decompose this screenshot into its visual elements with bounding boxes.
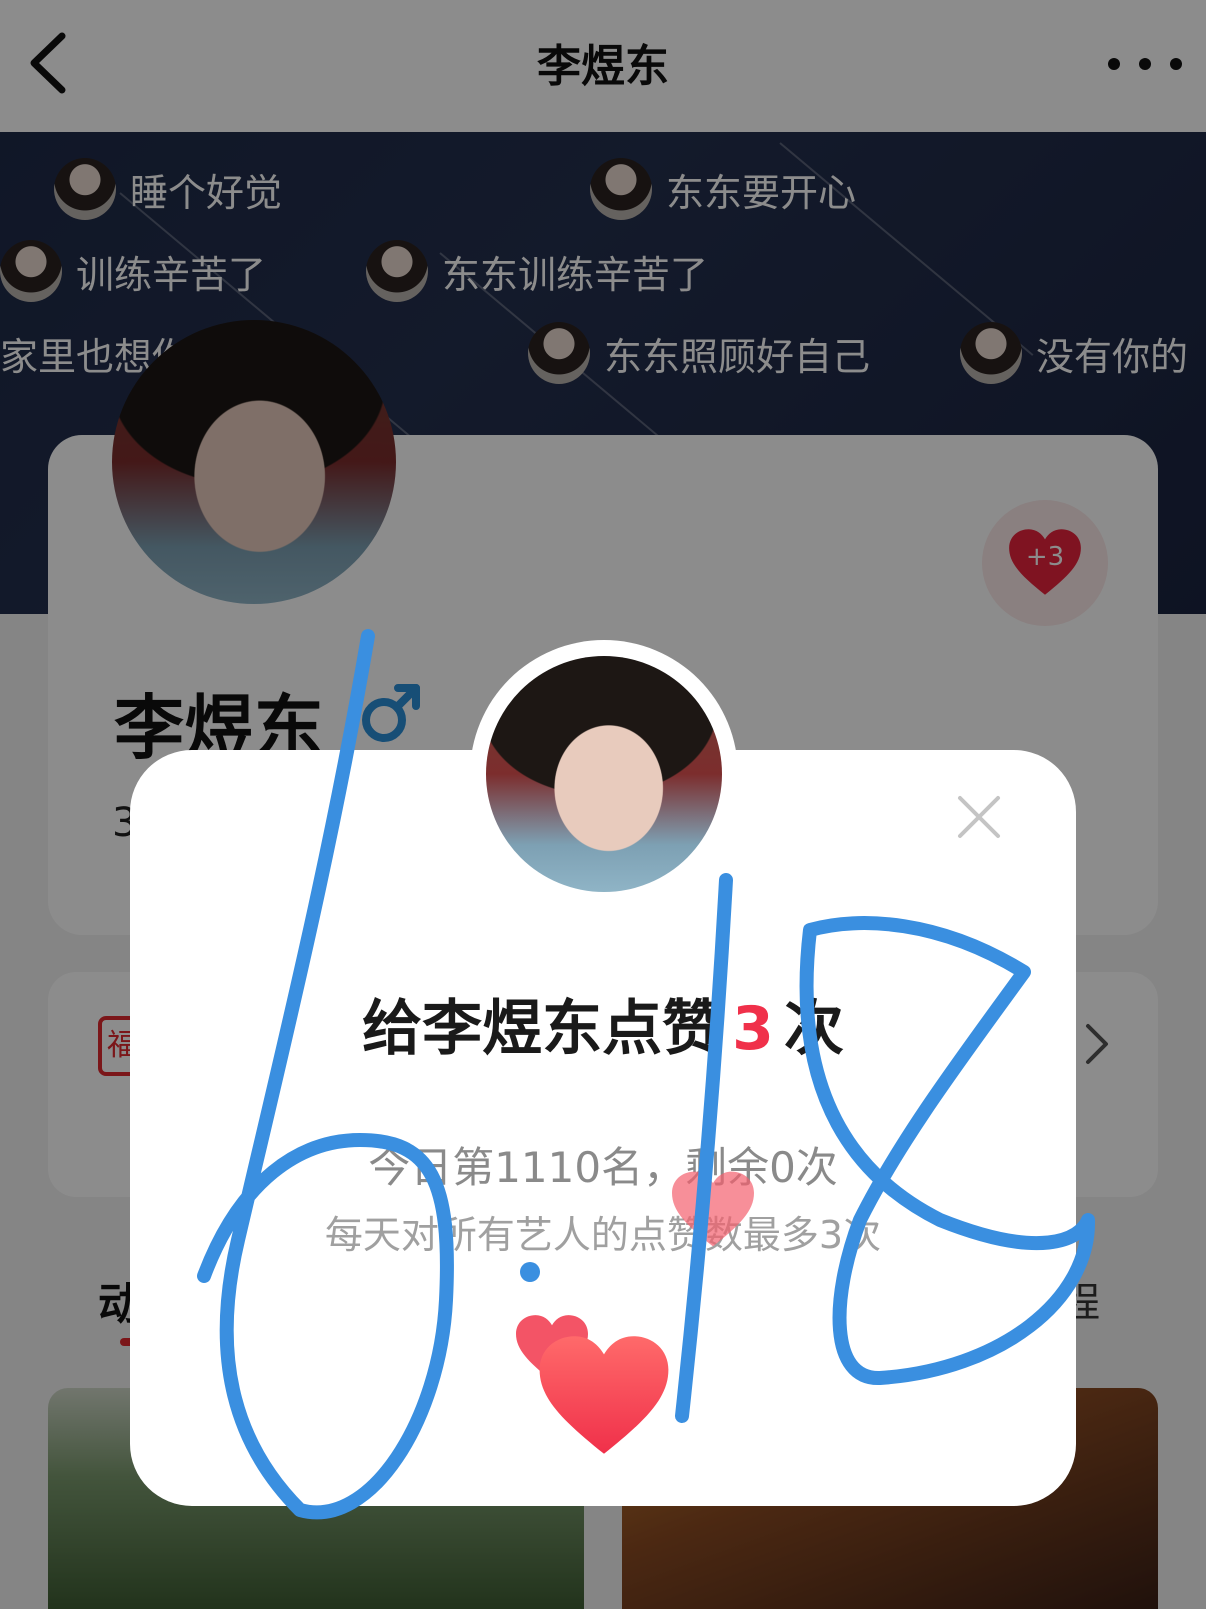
limit-text: 每天对所有艺人的点赞数最多3次 bbox=[324, 1213, 882, 1257]
heart-icon bbox=[672, 1171, 754, 1247]
close-icon[interactable] bbox=[952, 790, 1006, 844]
rank-text: 今日第1110名，剩余0次 bbox=[368, 1143, 838, 1192]
like-count: 3 bbox=[732, 994, 774, 1064]
heart-icon bbox=[539, 1336, 669, 1454]
modal-artist-avatar bbox=[486, 656, 722, 892]
modal-title: 给李煜东点赞 3 次 bbox=[362, 994, 844, 1064]
